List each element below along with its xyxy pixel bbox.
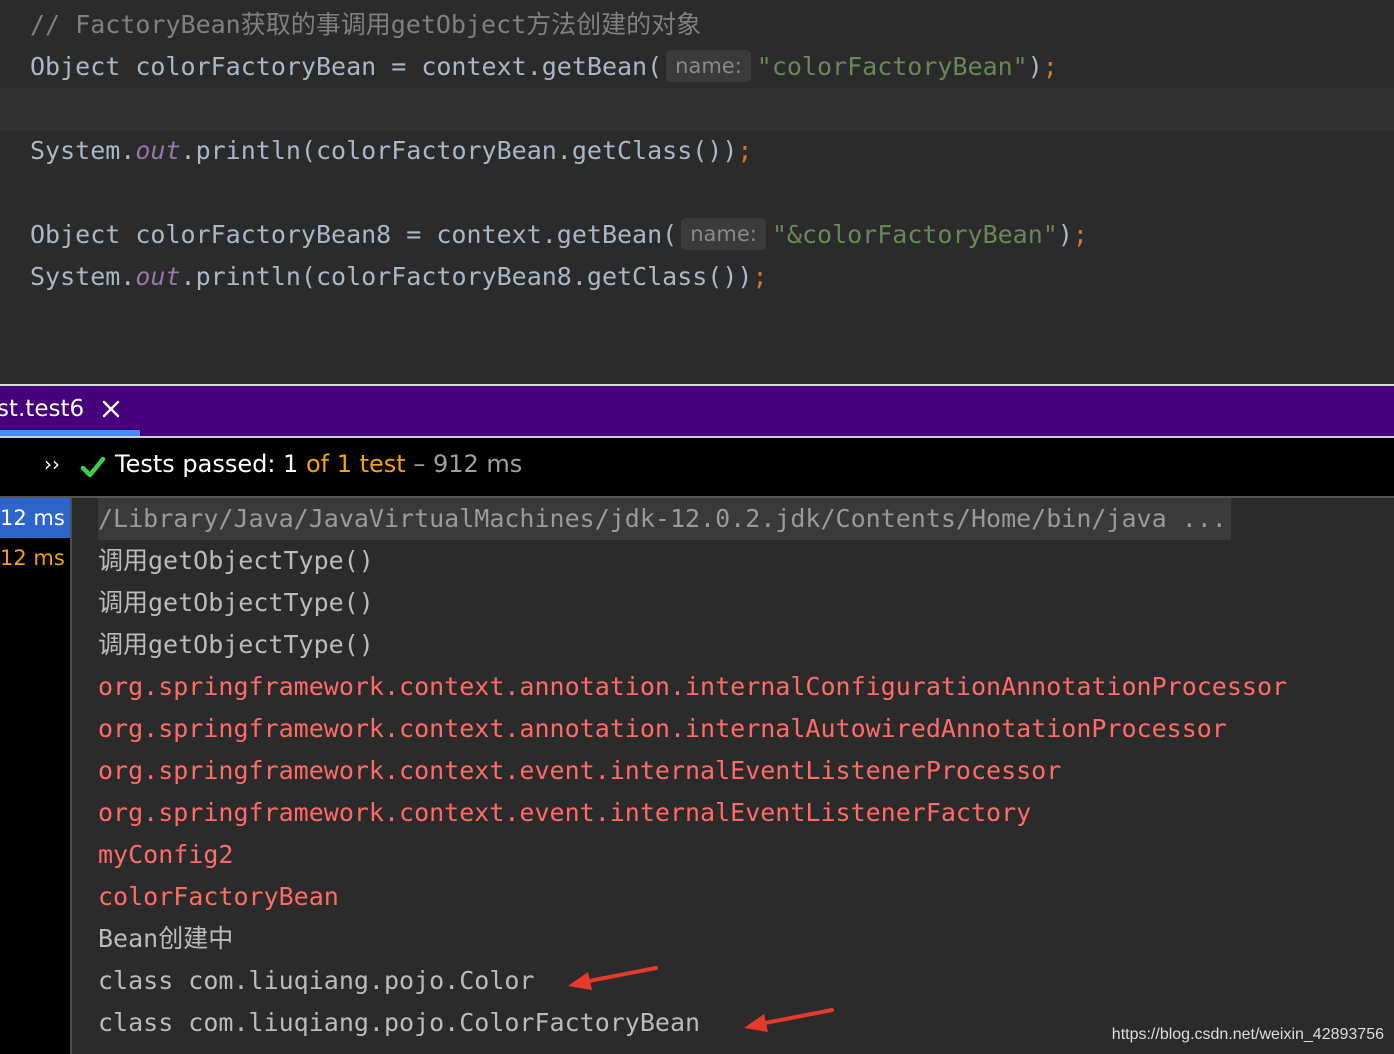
code-line-1: Object colorFactoryBean = context.getBea… bbox=[30, 46, 1058, 88]
static-field: out bbox=[135, 262, 181, 291]
string-literal: "&colorFactoryBean" bbox=[771, 220, 1058, 249]
code-text: ) bbox=[1027, 52, 1043, 81]
run-tab[interactable]: st.test6 bbox=[0, 386, 140, 438]
tests-duration-label: – 912 ms bbox=[405, 450, 523, 478]
code-text: System. bbox=[30, 262, 136, 291]
test-tree-item[interactable]: 12 ms bbox=[0, 538, 70, 578]
code-text: ) bbox=[1057, 220, 1073, 249]
console-line: Bean创建中 bbox=[98, 924, 234, 953]
semicolon: ; bbox=[737, 136, 753, 165]
code-comment: // FactoryBean获取的事调用getObject方法创建的对象 bbox=[30, 10, 702, 39]
code-text: System. bbox=[30, 136, 136, 165]
code-text: .println(colorFactoryBean8.getClass()) bbox=[180, 262, 753, 291]
param-hint: name: bbox=[666, 50, 751, 82]
test-duration: 12 ms bbox=[0, 506, 65, 530]
run-tab-bar: st.test6 bbox=[0, 386, 1394, 438]
code-line-5: Object colorFactoryBean8 = context.getBe… bbox=[30, 214, 1088, 256]
test-tree-item[interactable]: 12 ms bbox=[0, 498, 70, 538]
red-arrow-icon bbox=[744, 1008, 834, 1032]
tests-passed-label: Tests passed: 1 bbox=[115, 450, 299, 478]
console-line: class com.liuqiang.pojo.ColorFactoryBean bbox=[98, 1008, 701, 1037]
code-editor[interactable]: // FactoryBean获取的事调用getObject方法创建的对象 Obj… bbox=[0, 0, 1394, 384]
tests-total-label: of 1 test bbox=[298, 450, 406, 478]
check-icon bbox=[80, 456, 106, 478]
semicolon: ; bbox=[1042, 52, 1058, 81]
static-field: out bbox=[135, 136, 181, 165]
console-line: org.springframework.context.annotation.i… bbox=[98, 714, 1227, 743]
console-line: colorFactoryBean bbox=[98, 882, 339, 911]
console-line: 调用getObjectType() bbox=[98, 588, 374, 617]
red-arrow-icon bbox=[568, 966, 658, 990]
code-line-3: System.out.println(colorFactoryBean.getC… bbox=[30, 130, 752, 172]
current-line-highlight[interactable] bbox=[0, 88, 1394, 130]
console-line: org.springframework.context.event.intern… bbox=[98, 756, 1062, 785]
code-text: .println(colorFactoryBean.getClass()) bbox=[180, 136, 738, 165]
test-status-text: Tests passed: 1 of 1 test – 912 ms bbox=[115, 450, 522, 478]
console-line: org.springframework.context.annotation.i… bbox=[98, 672, 1288, 701]
close-icon[interactable] bbox=[100, 398, 122, 420]
test-duration: 12 ms bbox=[0, 546, 65, 570]
code-line-6: System.out.println(colorFactoryBean8.get… bbox=[30, 256, 768, 298]
watermark: https://blog.csdn.net/weixin_42893756 bbox=[1111, 1026, 1384, 1043]
semicolon: ; bbox=[1072, 220, 1088, 249]
console-output[interactable]: /Library/Java/JavaVirtualMachines/jdk-12… bbox=[72, 498, 1394, 1054]
param-hint: name: bbox=[681, 218, 766, 250]
code-text: Object colorFactoryBean8 = context.getBe… bbox=[30, 220, 678, 249]
test-status-bar: ›› Tests passed: 1 of 1 test – 912 ms bbox=[0, 438, 1394, 496]
string-literal: "colorFactoryBean" bbox=[756, 52, 1028, 81]
console-line: 调用getObjectType() bbox=[98, 546, 374, 575]
test-tree: 12 ms 12 ms bbox=[0, 498, 70, 1054]
code-text: Object colorFactoryBean = context.getBea… bbox=[30, 52, 663, 81]
console-line: 调用getObjectType() bbox=[98, 630, 374, 659]
console-line: class com.liuqiang.pojo.Color bbox=[98, 966, 535, 995]
chevron-double-right-icon[interactable]: ›› bbox=[44, 452, 60, 476]
console-line: myConfig2 bbox=[98, 840, 234, 869]
console-command-line[interactable]: /Library/Java/JavaVirtualMachines/jdk-12… bbox=[98, 498, 1231, 540]
semicolon: ; bbox=[752, 262, 768, 291]
console-line: org.springframework.context.event.intern… bbox=[98, 798, 1032, 827]
run-tab-label: st.test6 bbox=[0, 396, 85, 422]
